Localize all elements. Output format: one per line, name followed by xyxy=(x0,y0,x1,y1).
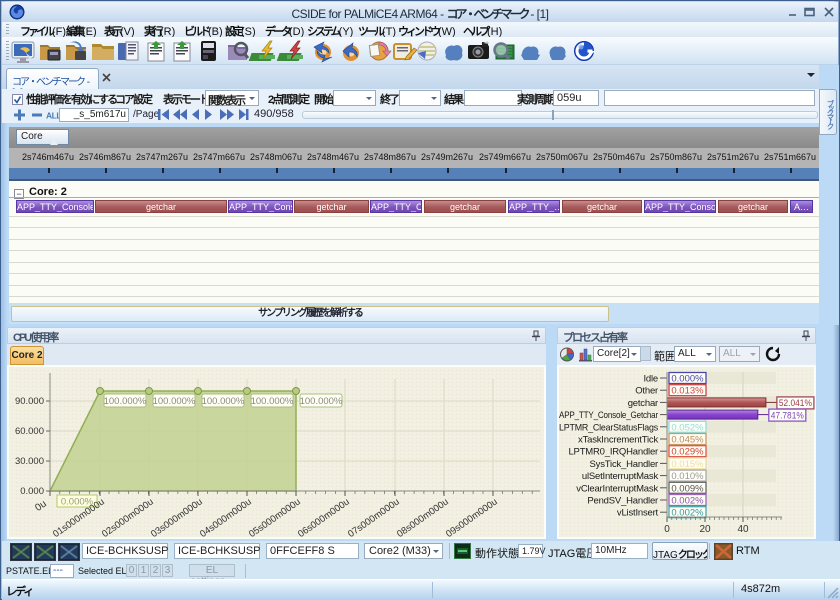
svg-text:ulSetInterruptMask: ulSetInterruptMask xyxy=(582,471,659,482)
svg-text:52.041%: 52.041% xyxy=(779,398,812,409)
svg-text:0.052%: 0.052% xyxy=(671,422,704,433)
svg-text:vClearInterruptMask: vClearInterruptMask xyxy=(576,483,658,494)
svg-text:47.781%: 47.781% xyxy=(771,410,804,421)
svg-text:0.000%: 0.000% xyxy=(671,374,704,385)
svg-text:xTaskIncrementTick: xTaskIncrementTick xyxy=(578,435,658,446)
svg-text:Other: Other xyxy=(635,386,658,397)
svg-text:LPTMR_ClearStatusFlags: LPTMR_ClearStatusFlags xyxy=(559,422,658,433)
svg-text:0.010%: 0.010% xyxy=(671,471,704,482)
svg-text:0.045%: 0.045% xyxy=(671,435,704,446)
svg-text:Idle: Idle xyxy=(643,374,658,385)
svg-text:100.000%: 100.000% xyxy=(104,396,147,407)
svg-text:0: 0 xyxy=(664,524,670,535)
svg-text:0.009%: 0.009% xyxy=(671,483,704,494)
svg-text:40: 40 xyxy=(737,524,749,535)
svg-text:100.000%: 100.000% xyxy=(251,396,294,407)
svg-text:APP_TTY_Console_Getchar: APP_TTY_Console_Getchar xyxy=(559,410,658,421)
svg-text:0.002%: 0.002% xyxy=(671,496,704,507)
svg-text:100.000%: 100.000% xyxy=(300,396,343,407)
svg-text:0.000: 0.000 xyxy=(20,486,44,497)
svg-text:20: 20 xyxy=(699,524,711,535)
svg-text:100.000%: 100.000% xyxy=(202,396,245,407)
svg-text:0.015%: 0.015% xyxy=(671,459,704,470)
svg-text:90.000: 90.000 xyxy=(15,396,44,407)
svg-text:0.029%: 0.029% xyxy=(671,447,704,458)
svg-text:SysTick_Handler: SysTick_Handler xyxy=(590,459,658,470)
svg-text:LPTMR0_IRQHandler: LPTMR0_IRQHandler xyxy=(568,447,658,458)
svg-text:0.013%: 0.013% xyxy=(671,386,704,397)
svg-text:60.000: 60.000 xyxy=(15,426,44,437)
svg-text:100.000%: 100.000% xyxy=(153,396,196,407)
svg-text:PendSV_Handler: PendSV_Handler xyxy=(587,496,658,507)
svg-text:vListInsert: vListInsert xyxy=(617,508,659,519)
svg-text:getchar: getchar xyxy=(628,398,658,409)
svg-text:30.000: 30.000 xyxy=(15,456,44,467)
